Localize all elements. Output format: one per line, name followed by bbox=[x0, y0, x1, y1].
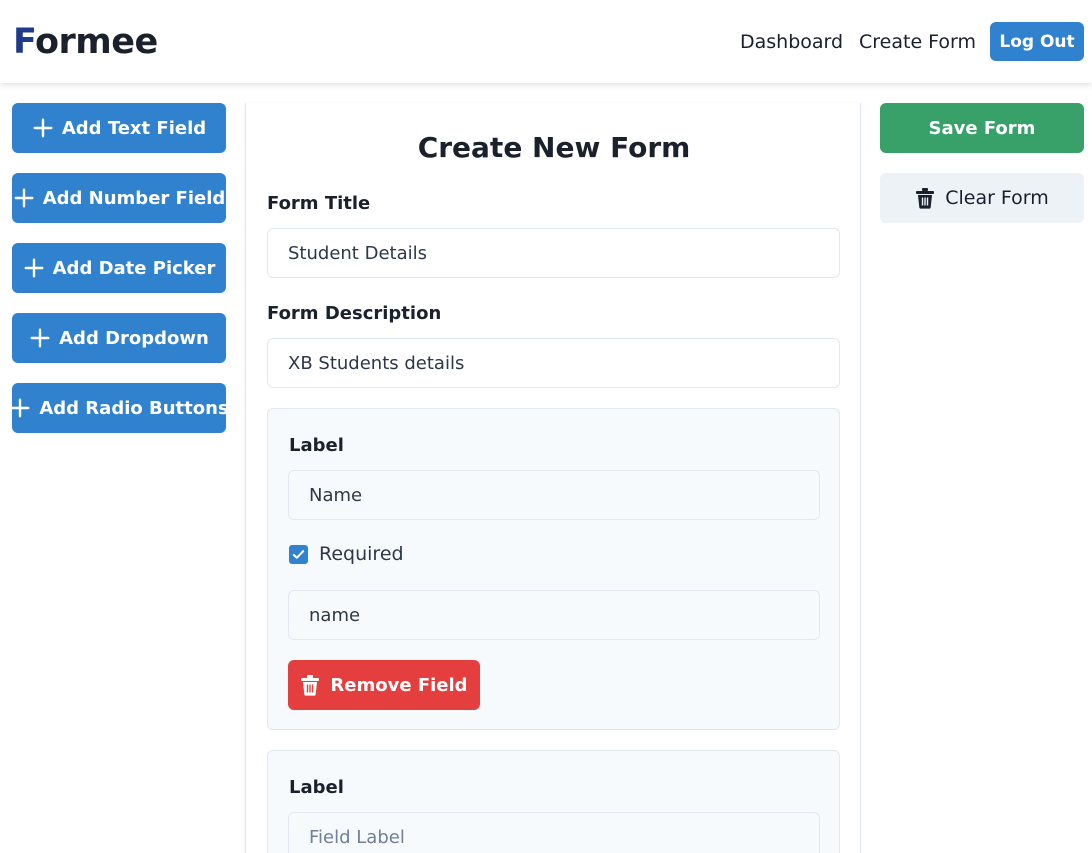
field-name-input[interactable] bbox=[288, 590, 820, 640]
form-builder-panel: Create New Form Form Title Form Descript… bbox=[245, 103, 861, 853]
field-label-input[interactable] bbox=[288, 812, 820, 853]
top-navbar: Formee Dashboard Create Form Log Out bbox=[0, 0, 1092, 83]
field-label-caption: Label bbox=[289, 777, 344, 798]
button-label: Add Radio Buttons bbox=[39, 397, 229, 419]
trash-icon bbox=[915, 187, 935, 209]
app-logo[interactable]: Formee bbox=[13, 20, 158, 64]
field-label-caption: Label bbox=[289, 435, 344, 456]
nav-dashboard[interactable]: Dashboard bbox=[740, 30, 843, 54]
button-label: Add Date Picker bbox=[52, 257, 216, 279]
add-date-picker-button[interactable]: Add Date Picker bbox=[12, 243, 226, 293]
logo-initial: F bbox=[13, 22, 36, 62]
button-label: Clear Form bbox=[945, 187, 1049, 209]
field-card: Label Required Remove Field bbox=[267, 408, 840, 730]
button-label: Add Number Field bbox=[42, 187, 226, 209]
button-label: Add Text Field bbox=[61, 117, 207, 139]
required-checkbox[interactable] bbox=[289, 545, 308, 564]
button-label: Add Dropdown bbox=[59, 327, 209, 349]
save-form-button[interactable]: Save Form bbox=[880, 103, 1084, 153]
logo-rest: ormee bbox=[35, 22, 158, 62]
add-text-field-button[interactable]: Add Text Field bbox=[12, 103, 226, 153]
add-dropdown-button[interactable]: Add Dropdown bbox=[12, 313, 226, 363]
form-description-label: Form Description bbox=[267, 303, 442, 324]
button-label: Remove Field bbox=[330, 674, 468, 696]
clear-form-button[interactable]: Clear Form bbox=[880, 173, 1084, 223]
plus-icon bbox=[23, 257, 45, 279]
plus-icon bbox=[32, 117, 54, 139]
field-card: Label bbox=[267, 750, 840, 853]
trash-icon bbox=[300, 674, 320, 696]
plus-icon bbox=[13, 187, 35, 209]
add-number-field-button[interactable]: Add Number Field bbox=[12, 173, 226, 223]
logout-button[interactable]: Log Out bbox=[990, 22, 1084, 61]
plus-icon bbox=[29, 327, 51, 349]
remove-field-button[interactable]: Remove Field bbox=[288, 660, 480, 710]
form-description-input[interactable] bbox=[267, 338, 840, 388]
add-radio-buttons-button[interactable]: Add Radio Buttons bbox=[9, 383, 229, 433]
field-label-input[interactable] bbox=[288, 470, 820, 520]
checkmark-icon bbox=[292, 550, 305, 559]
required-label: Required bbox=[319, 543, 404, 565]
page-title: Create New Form bbox=[417, 131, 691, 164]
form-title-label: Form Title bbox=[267, 193, 371, 214]
form-title-input[interactable] bbox=[267, 228, 840, 278]
plus-icon bbox=[9, 397, 31, 419]
nav-create-form[interactable]: Create Form bbox=[859, 30, 976, 54]
